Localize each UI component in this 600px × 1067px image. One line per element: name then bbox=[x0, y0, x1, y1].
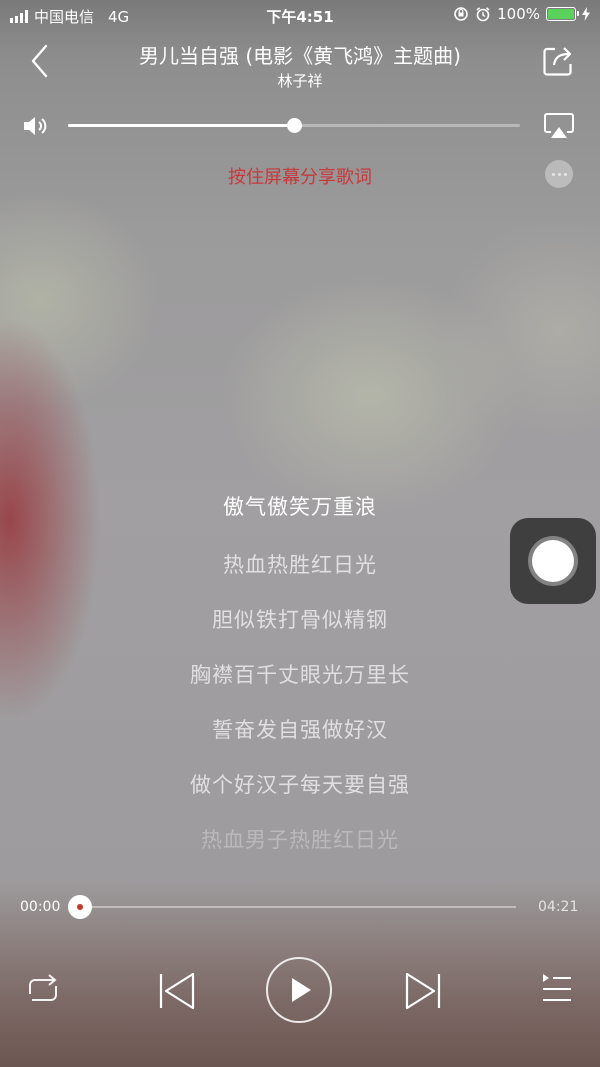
alarm-icon bbox=[476, 7, 490, 22]
status-right: 100% bbox=[453, 5, 590, 23]
next-button[interactable] bbox=[402, 970, 444, 1012]
charging-icon bbox=[582, 7, 590, 21]
battery-percent: 100% bbox=[497, 5, 540, 23]
repeat-button[interactable] bbox=[24, 972, 62, 1008]
share-lyrics-hint: 按住屏幕分享歌词 bbox=[228, 167, 372, 188]
elapsed-time: 00:00 bbox=[20, 899, 61, 915]
play-button[interactable] bbox=[266, 957, 332, 1023]
repeat-icon bbox=[29, 974, 57, 1001]
playlist-icon bbox=[543, 974, 571, 1001]
status-bar: 中国电信 4G 下午4:51 100% bbox=[0, 0, 600, 30]
lyric-line[interactable]: 胆似铁打骨似精钢 bbox=[0, 604, 600, 634]
assistive-touch-center bbox=[532, 540, 574, 582]
volume-slider-fill bbox=[68, 124, 294, 127]
rotation-lock-icon bbox=[454, 7, 468, 21]
song-title: 男儿当自强 (电影《黄飞鸿》主题曲) bbox=[139, 44, 461, 68]
music-player-screen: 中国电信 4G 下午4:51 100% 男儿当自强 (电影《黄飞鸿》主题曲) 林… bbox=[0, 0, 600, 1067]
next-icon bbox=[405, 972, 441, 1010]
volume-icon bbox=[24, 117, 47, 135]
lyric-line[interactable]: 做个好汉子每天要自强 bbox=[0, 769, 600, 799]
lyric-line[interactable]: 胸襟百千丈眼光万里长 bbox=[0, 659, 600, 689]
airplay-button[interactable] bbox=[543, 112, 575, 140]
lyric-line[interactable]: 热血男子热胜红日光 bbox=[0, 824, 600, 854]
total-time: 04:21 bbox=[538, 899, 579, 915]
battery-icon bbox=[546, 7, 579, 21]
share-icon bbox=[543, 47, 572, 76]
progress-track[interactable] bbox=[80, 906, 516, 908]
playlist-button[interactable] bbox=[538, 970, 576, 1008]
more-icon bbox=[551, 172, 555, 176]
progress-thumb[interactable] bbox=[68, 895, 92, 919]
previous-button[interactable] bbox=[156, 970, 198, 1012]
assistive-touch-button[interactable] bbox=[510, 518, 596, 604]
volume-button[interactable] bbox=[22, 114, 52, 138]
airplay-icon bbox=[544, 113, 574, 138]
previous-icon bbox=[159, 972, 195, 1010]
artist-name: 林子祥 bbox=[277, 72, 323, 90]
volume-slider-thumb[interactable] bbox=[287, 118, 302, 133]
share-button[interactable] bbox=[540, 42, 576, 78]
lyric-line-current[interactable]: 傲气傲笑万重浪 bbox=[0, 491, 600, 521]
more-button[interactable] bbox=[545, 160, 573, 188]
lyric-line[interactable]: 誓奋发自强做好汉 bbox=[0, 714, 600, 744]
play-icon bbox=[292, 978, 311, 1002]
